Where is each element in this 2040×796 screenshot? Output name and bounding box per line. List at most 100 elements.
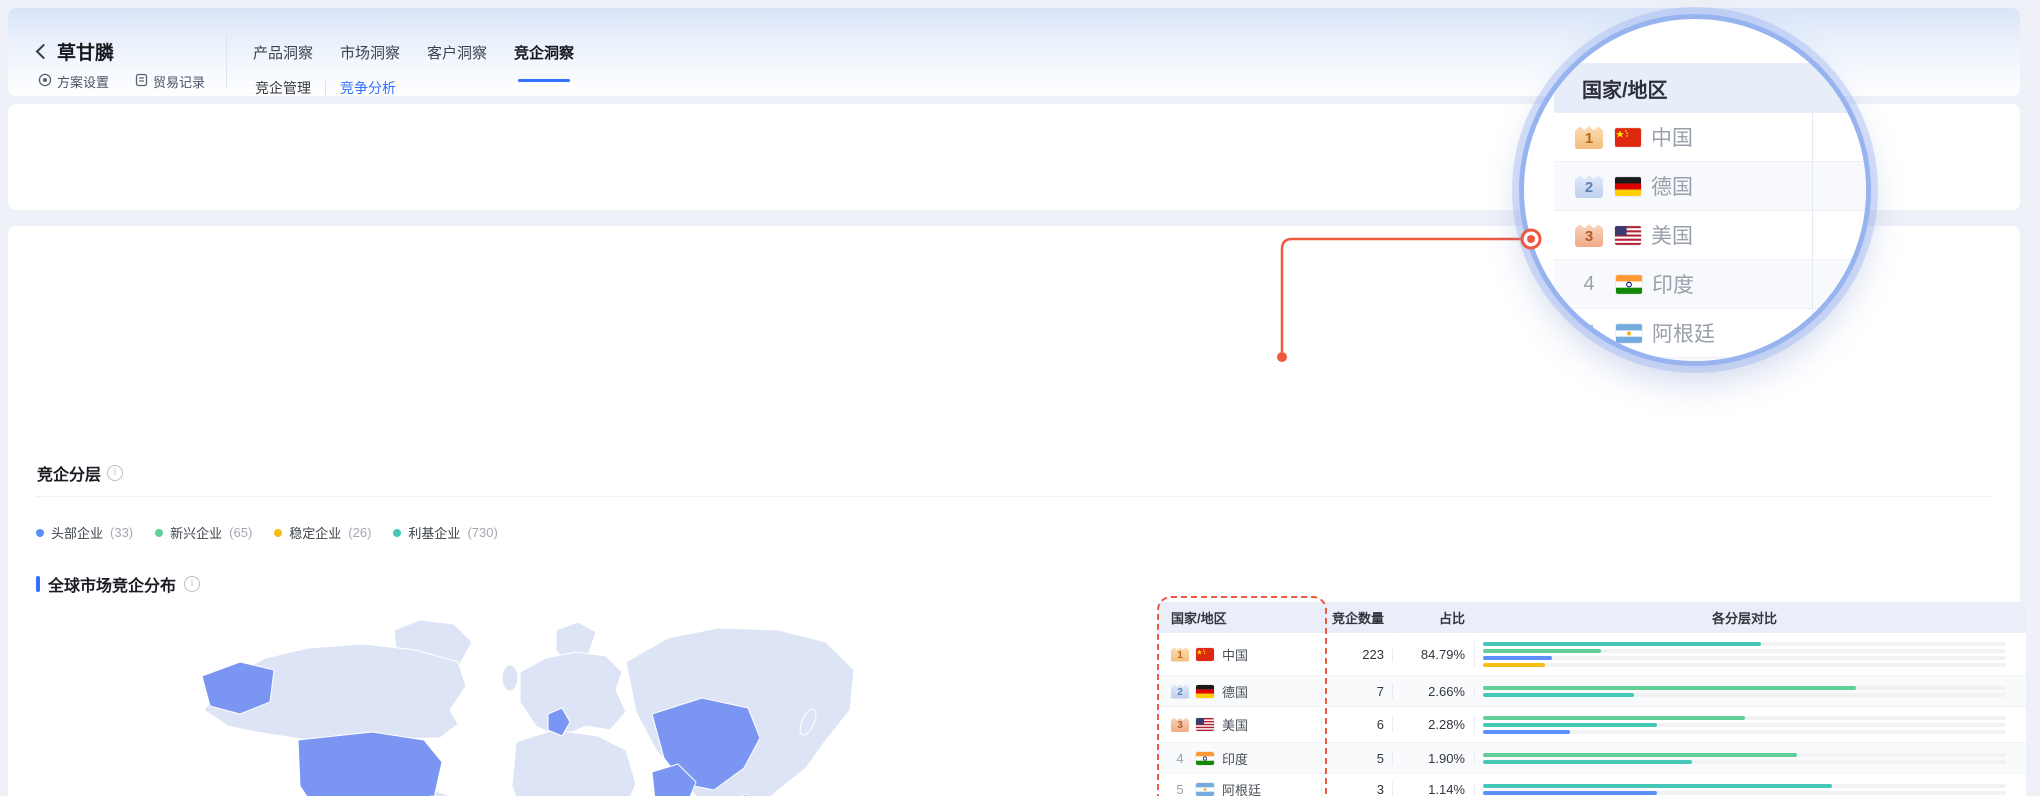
page-title: 草甘膦 bbox=[57, 38, 114, 65]
rank-badge-2: 2 bbox=[1171, 684, 1189, 699]
bar-green bbox=[1483, 716, 1745, 720]
bar-teal bbox=[1483, 760, 1692, 764]
info-icon[interactable]: i bbox=[184, 576, 200, 592]
country-cell: 4印度 bbox=[1158, 749, 1321, 768]
header-action-plan-settings[interactable]: 方案设置 bbox=[38, 72, 109, 91]
legend-label: 利基企业 bbox=[408, 523, 460, 542]
magnifier-callout: 国家/地区 1中国2德国3美国4印度5阿根廷6阿拉伯联合酋长国 bbox=[1519, 14, 1871, 366]
legend-item-2[interactable]: 稳定企业 (26) bbox=[274, 523, 371, 542]
bar-track bbox=[1483, 730, 2006, 734]
country-cell: 3 美国 bbox=[1158, 715, 1321, 734]
legend-item-1[interactable]: 新兴企业(65) bbox=[155, 523, 252, 542]
strata-bars-cell bbox=[1474, 753, 2026, 764]
bar-track bbox=[1483, 649, 2006, 653]
col-header-country[interactable]: 国家/地区 bbox=[1158, 608, 1321, 627]
magnified-row: 3美国 bbox=[1554, 211, 1871, 260]
share-percent: 1.90% bbox=[1392, 751, 1474, 766]
rank-badge-1: 1 bbox=[1575, 125, 1603, 149]
target-icon bbox=[38, 73, 52, 90]
header-action-label: 贸易记录 bbox=[153, 72, 205, 91]
table-header-row: 国家/地区 竞企数量 占比 各分层对比 bbox=[1158, 602, 2026, 633]
magnified-row: 2德国 bbox=[1554, 162, 1871, 211]
country-cell: 5阿根廷 bbox=[1158, 780, 1321, 796]
sub-tabs: 竞企管理 竞争分析 bbox=[255, 78, 396, 98]
strata-legend: 头部企业(33) 新兴企业(65) 稳定企业 (26) 利基企业 (730) bbox=[36, 523, 498, 542]
flag-icon-de bbox=[1196, 685, 1214, 698]
country-name: 阿根廷 bbox=[1652, 318, 1715, 348]
header-actions: 方案设置 贸易记录 bbox=[38, 72, 205, 91]
table-row[interactable]: 4印度51.90% bbox=[1158, 743, 2026, 774]
app-screen: 草甘膦 方案设置贸易记录 产品洞察市场洞察客户洞察竞企洞察 竞企管理竞争分析 筛… bbox=[0, 0, 2040, 796]
magnified-column-divider bbox=[1812, 63, 1813, 366]
clipboard-icon bbox=[135, 73, 148, 90]
legend-dot-icon bbox=[36, 529, 44, 537]
legend-item-3[interactable]: 利基企业 (730) bbox=[393, 523, 497, 542]
table-row[interactable]: 1中国22384.79% bbox=[1158, 633, 2026, 676]
bar-track bbox=[1483, 723, 2006, 727]
bar-track bbox=[1483, 656, 2006, 660]
table-row[interactable]: 2德国72.66% bbox=[1158, 676, 2026, 707]
bar-track bbox=[1483, 642, 2006, 646]
world-map[interactable] bbox=[158, 614, 860, 796]
competitor-count: 5 bbox=[1321, 751, 1392, 766]
bar-teal bbox=[1483, 642, 1761, 646]
title-accent-bar bbox=[36, 576, 40, 592]
bar-teal bbox=[1483, 784, 1832, 788]
legend-count: (730) bbox=[467, 525, 497, 540]
tab-2[interactable]: 客户洞察 bbox=[427, 42, 487, 71]
competitor-count: 6 bbox=[1321, 717, 1392, 732]
country-name: 阿根廷 bbox=[1222, 780, 1261, 796]
legend-label: 稳定企业 bbox=[289, 523, 341, 542]
flag-icon-in bbox=[1196, 752, 1214, 765]
table-row[interactable]: 3美国62.28% bbox=[1158, 707, 2026, 743]
competitor-count: 3 bbox=[1321, 782, 1392, 796]
header-action-label: 方案设置 bbox=[57, 72, 109, 91]
subtab-1[interactable]: 竞争分析 bbox=[340, 78, 396, 98]
table-row[interactable]: 5阿根廷31.14% bbox=[1158, 774, 2026, 796]
country-cell: 1中国 bbox=[1158, 645, 1321, 664]
col-header-pct[interactable]: 占比 bbox=[1392, 602, 1474, 633]
legend-count: (26) bbox=[348, 525, 371, 540]
rank-number: 4 bbox=[1574, 273, 1604, 296]
country-name: 德国 bbox=[1222, 682, 1248, 701]
rank-number: 4 bbox=[1171, 751, 1189, 766]
share-percent: 84.79% bbox=[1392, 647, 1474, 662]
flag-icon-cn bbox=[1615, 128, 1641, 147]
country-name: 印度 bbox=[1652, 269, 1694, 299]
bar-green bbox=[1483, 686, 1856, 690]
magnified-column-header: 国家/地区 bbox=[1554, 63, 1871, 113]
magnified-row: 5阿根廷 bbox=[1554, 309, 1871, 358]
rank-badge-3: 3 bbox=[1575, 223, 1603, 247]
info-icon[interactable]: i bbox=[107, 465, 123, 481]
header-divider bbox=[226, 34, 227, 88]
back-icon[interactable] bbox=[36, 44, 52, 60]
legend-label: 头部企业 bbox=[51, 523, 103, 542]
rank-badge-3: 3 bbox=[1171, 717, 1189, 732]
tab-1[interactable]: 市场洞察 bbox=[340, 42, 400, 71]
country-name: 中国 bbox=[1222, 645, 1248, 664]
share-percent: 2.66% bbox=[1392, 684, 1474, 699]
magnified-row: 4 印度 bbox=[1554, 260, 1871, 309]
country-name: 美国 bbox=[1222, 715, 1248, 734]
tab-3[interactable]: 竞企洞察 bbox=[514, 42, 574, 71]
bar-teal bbox=[1483, 693, 1634, 697]
tab-0[interactable]: 产品洞察 bbox=[253, 42, 313, 71]
divider bbox=[36, 496, 1992, 497]
flag-icon-us bbox=[1196, 718, 1214, 731]
bar-track bbox=[1483, 760, 2006, 764]
col-header-count[interactable]: 竞企数量 bbox=[1321, 602, 1392, 633]
col-header-strata-compare[interactable]: 各分层对比 bbox=[1474, 602, 2026, 633]
strata-bars-cell bbox=[1474, 686, 2026, 697]
bar-blue bbox=[1483, 791, 1657, 795]
country-rank-table: 国家/地区 竞企数量 占比 各分层对比 1中国22384.79%2德国72.66… bbox=[1158, 602, 2026, 796]
bar-track bbox=[1483, 753, 2006, 757]
share-percent: 1.14% bbox=[1392, 782, 1474, 796]
bar-track bbox=[1483, 686, 2006, 690]
legend-item-0[interactable]: 头部企业(33) bbox=[36, 523, 133, 542]
header-action-trade-records[interactable]: 贸易记录 bbox=[135, 72, 205, 91]
bar-track bbox=[1483, 663, 2006, 667]
legend-dot-icon bbox=[155, 529, 163, 537]
subtab-divider bbox=[325, 81, 326, 95]
bar-track bbox=[1483, 716, 2006, 720]
subtab-0[interactable]: 竞企管理 bbox=[255, 78, 311, 98]
